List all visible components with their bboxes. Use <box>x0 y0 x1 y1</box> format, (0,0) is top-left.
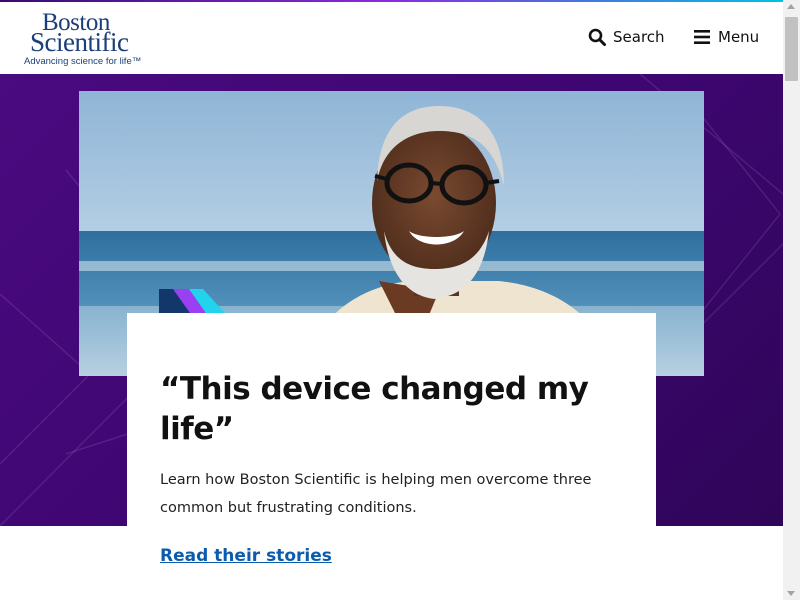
logo-line-2: Scientific <box>30 27 129 57</box>
scroll-down-arrow-icon[interactable] <box>787 591 795 596</box>
hero-card: “This device changed my life” Learn how … <box>127 313 656 613</box>
scrollbar-thumb[interactable] <box>785 17 798 81</box>
logo-tagline: Advancing science for life™ <box>24 56 142 67</box>
hero-headline: “This device changed my life” <box>160 371 589 447</box>
read-their-stories-link[interactable]: Read their stories <box>160 546 332 566</box>
search-label: Search <box>613 28 665 46</box>
menu-label: Menu <box>718 28 760 46</box>
vertical-scrollbar[interactable] <box>783 0 800 600</box>
menu-button[interactable]: Menu <box>693 28 759 46</box>
site-header: Boston Scientific Advancing science for … <box>0 2 783 74</box>
menu-icon <box>694 30 710 44</box>
search-icon <box>588 28 606 46</box>
scroll-up-arrow-icon[interactable] <box>787 4 795 9</box>
boston-scientific-logo[interactable]: Boston Scientific Advancing science for … <box>24 10 164 68</box>
hero-description: Learn how Boston Scientific is helping m… <box>160 472 592 516</box>
search-button[interactable]: Search <box>588 28 665 46</box>
